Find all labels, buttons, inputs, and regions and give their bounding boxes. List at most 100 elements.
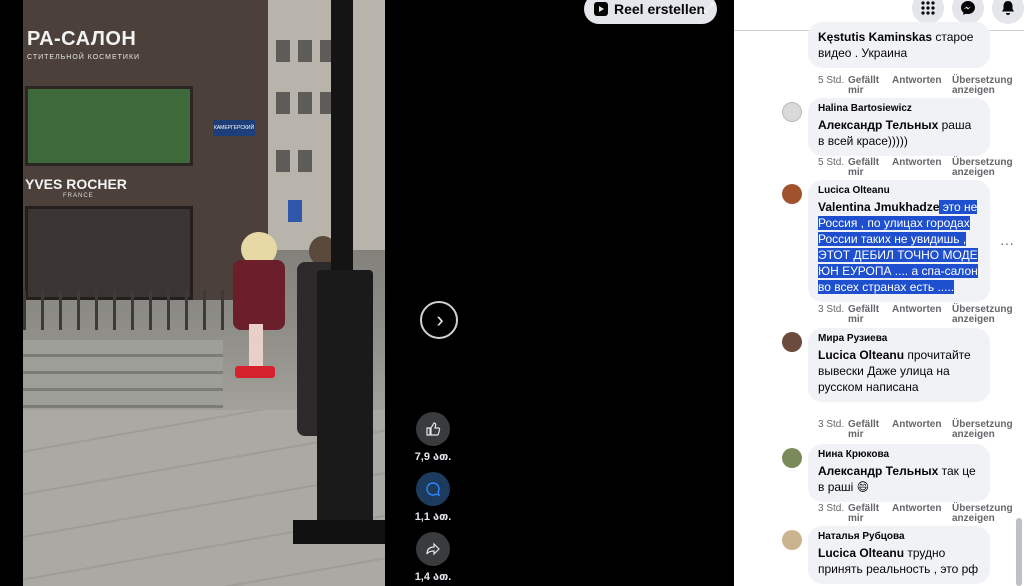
like-action[interactable]: 7,9 ათ. — [415, 412, 451, 463]
translate-link[interactable]: Übersetzung anzeigen — [952, 504, 1013, 524]
avatar[interactable] — [782, 448, 802, 468]
steps — [23, 340, 223, 410]
more-options-icon[interactable]: ··· — [1000, 235, 1014, 251]
comment-meta: 5 Std. Gefällt mir Antworten Übersetzung… — [818, 158, 1013, 178]
mention[interactable]: Kęstutis Kaminskas — [818, 30, 932, 44]
mention[interactable]: Александр Тельных — [818, 464, 938, 478]
grid-menu-icon[interactable] — [912, 0, 944, 24]
comment-bubble: Halina Bartosiewicz Александр Тельных ра… — [808, 98, 990, 156]
comment-bubble: Наталья Рубцова Lucica Olteanu трудно пр… — [808, 526, 990, 584]
comment-time[interactable]: 5 Std. — [818, 158, 848, 178]
reply-link[interactable]: Antworten — [892, 420, 952, 440]
building-window — [25, 86, 193, 166]
street-sign: КАМЕРГЕРСКИЙ — [213, 120, 255, 136]
top-icons — [912, 0, 1024, 24]
like-link[interactable]: Gefällt mir — [848, 76, 892, 96]
comment-meta: 3 Std. Gefällt mir Antworten Übersetzung… — [818, 420, 1013, 440]
expand-icon[interactable]: ⤢ — [703, 0, 721, 14]
comment-bubble: Мира Рузиева Lucica Olteanu прочитайте в… — [808, 328, 990, 402]
comment-time[interactable]: 5 Std. — [818, 76, 848, 96]
comment-action[interactable]: 1,1 ათ. — [415, 472, 451, 523]
reply-link[interactable]: Antworten — [892, 158, 952, 178]
mention[interactable]: Александр Тельных — [818, 118, 938, 132]
comment-time[interactable]: 3 Std. — [818, 305, 848, 325]
building-window — [298, 150, 312, 172]
like-link[interactable]: Gefällt mir — [848, 504, 892, 524]
share-action[interactable]: 1,4 ათ. — [415, 532, 451, 583]
avatar[interactable] — [782, 102, 802, 122]
comment-author[interactable]: Нина Крюкова — [818, 449, 980, 461]
comment-text: Lucica Olteanu прочитайте вывески Даже у… — [818, 347, 980, 395]
media-viewer: РА-САЛОН СТИТЕЛЬНОЙ КОСМЕТИКИ YVES ROCHE… — [0, 0, 734, 586]
comment-meta: 5 Std. Gefällt mir Antworten Übersetzung… — [818, 76, 1013, 96]
comment-body-selected: это не Россия , по улицах городах России… — [818, 200, 978, 294]
messenger-icon[interactable] — [952, 0, 984, 24]
comment-icon[interactable] — [416, 472, 450, 506]
bell-icon[interactable] — [992, 0, 1024, 24]
comment-author[interactable]: Halina Bartosiewicz — [818, 103, 980, 115]
comment-text: Александр Тельных раша в всей красе))))) — [818, 117, 980, 149]
pedestrian-sign — [288, 200, 302, 222]
like-link[interactable]: Gefällt mir — [848, 420, 892, 440]
comment-meta: 3 Std. Gefällt mir Antworten Übersetzung… — [818, 504, 1013, 524]
shop-window — [25, 206, 193, 300]
mention[interactable]: Valentina Jmukhadze — [818, 200, 939, 214]
leg — [249, 324, 263, 372]
reel-icon — [594, 2, 608, 16]
avatar[interactable] — [782, 184, 802, 204]
shop-sub-sign: СТИТЕЛЬНОЙ КОСМЕТИКИ — [27, 54, 141, 61]
building-window — [298, 40, 312, 62]
dress — [233, 260, 285, 330]
app-root: РА-САЛОН СТИТЕЛЬНОЙ КОСМЕТИКИ YVES ROCHE… — [0, 0, 1024, 586]
lamp-pole — [331, 0, 353, 280]
translate-link[interactable]: Übersetzung anzeigen — [952, 305, 1013, 325]
comments-panel: Kęstutis Kaminskas старое видео . Украин… — [734, 0, 1024, 586]
like-count: 7,9 ათ. — [414, 451, 452, 463]
comment-bubble: Kęstutis Kaminskas старое видео . Украин… — [808, 22, 990, 68]
scrollbar[interactable] — [1016, 518, 1022, 586]
building-window — [276, 40, 290, 62]
comment-author[interactable]: Мира Рузиева — [818, 333, 980, 345]
share-icon[interactable] — [416, 532, 450, 566]
comment-author[interactable]: Наталья Рубцова — [818, 531, 980, 543]
share-count: 1,4 ათ. — [414, 571, 452, 583]
avatar[interactable] — [782, 332, 802, 352]
comment-bubble: Lucica Olteanu Valentina Jmukhadze это н… — [808, 180, 990, 302]
comment-text: Valentina Jmukhadze это не Россия , по у… — [818, 199, 980, 295]
translate-link[interactable]: Übersetzung anzeigen — [952, 76, 1013, 96]
reply-link[interactable]: Antworten — [892, 504, 952, 524]
thumbs-up-icon[interactable] — [416, 412, 450, 446]
video-frame[interactable]: РА-САЛОН СТИТЕЛЬНОЙ КОСМЕТИКИ YVES ROCHE… — [23, 0, 385, 586]
mention[interactable]: Lucica Olteanu — [818, 546, 904, 560]
comment-author[interactable]: Lucica Olteanu — [818, 185, 980, 197]
comment-text: Lucica Olteanu трудно принять реальность… — [818, 545, 980, 577]
lamp-base — [317, 270, 373, 540]
reply-link[interactable]: Antworten — [892, 76, 952, 96]
like-link[interactable]: Gefällt mir — [848, 158, 892, 178]
brand-sub-sign: FRANCE — [63, 193, 94, 199]
like-link[interactable]: Gefällt mir — [848, 305, 892, 325]
brand-sign: YVES ROCHER — [25, 176, 127, 192]
comment-meta: 3 Std. Gefällt mir Antworten Übersetzung… — [818, 305, 1013, 325]
lamp-foot — [293, 520, 385, 544]
mention[interactable]: Lucica Olteanu — [818, 348, 904, 362]
translate-link[interactable]: Übersetzung anzeigen — [952, 158, 1013, 178]
comment-text: Александр Тельных так це в раші 😄 — [818, 463, 980, 495]
next-button[interactable]: › — [420, 301, 458, 339]
person-blonde — [221, 232, 291, 382]
shop-sign: РА-САЛОН — [27, 28, 137, 50]
shoes — [235, 366, 275, 378]
create-reel-label: Reel erstellen — [614, 1, 706, 17]
comment-bubble: Нина Крюкова Александр Тельных так це в … — [808, 444, 990, 502]
chevron-right-icon: › — [436, 307, 444, 332]
comment-time[interactable]: 3 Std. — [818, 420, 848, 440]
building-window — [298, 92, 312, 114]
building-window — [276, 150, 290, 172]
translate-link[interactable]: Übersetzung anzeigen — [952, 420, 1013, 440]
comment-count: 1,1 ათ. — [414, 511, 452, 523]
create-reel-button[interactable]: Reel erstellen — [584, 0, 718, 24]
avatar[interactable] — [782, 530, 802, 550]
reply-link[interactable]: Antworten — [892, 305, 952, 325]
street-lamp — [293, 0, 385, 586]
comment-time[interactable]: 3 Std. — [818, 504, 848, 524]
